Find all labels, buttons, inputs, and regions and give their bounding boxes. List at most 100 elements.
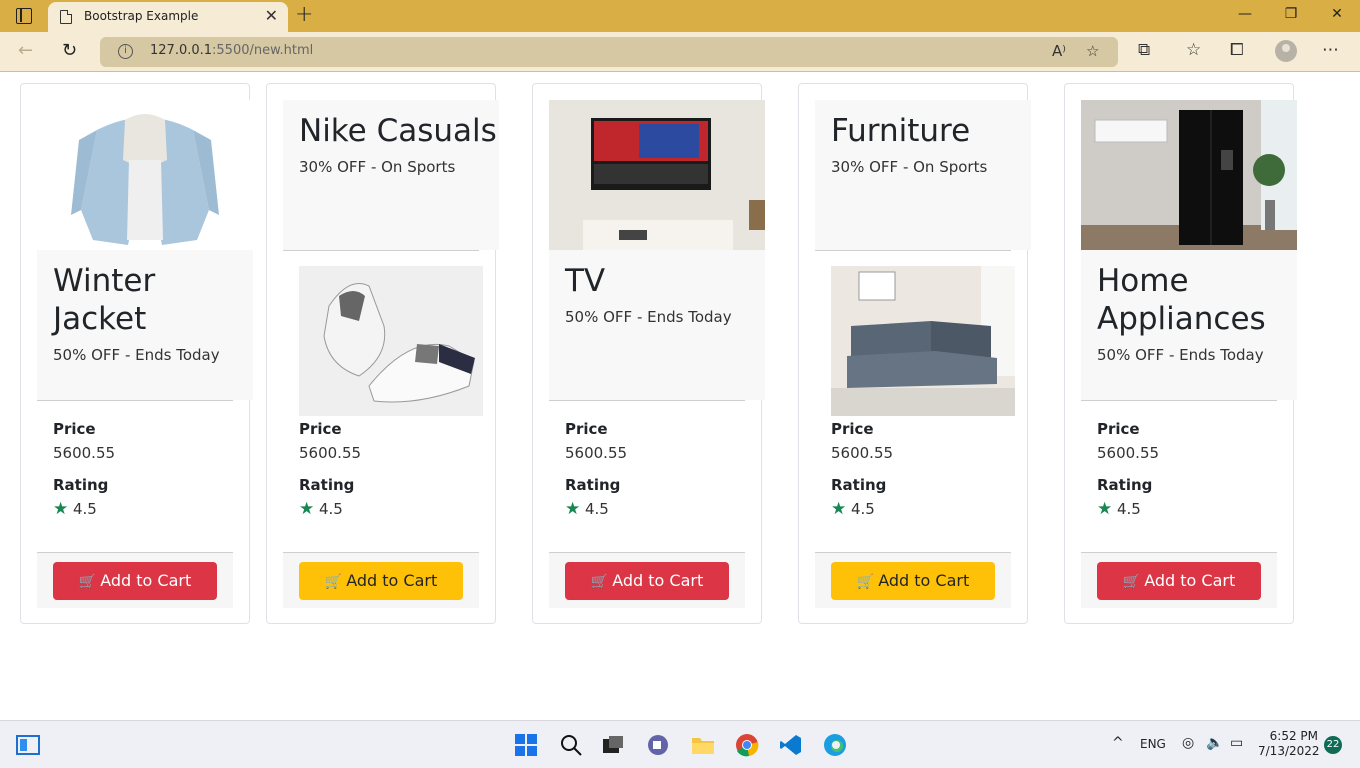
shoes-image <box>299 266 483 416</box>
card-footer: 🛒 Add to Cart <box>549 552 745 608</box>
refresh-button[interactable]: ↻ <box>62 40 77 61</box>
product-card: Winter Jacket 50% OFF - Ends Today Price… <box>20 83 253 624</box>
read-aloud-icon[interactable]: A⁾ <box>1052 42 1066 60</box>
price-value: 5600.55 <box>565 444 628 462</box>
sofa-image <box>831 266 1015 416</box>
add-to-cart-button[interactable]: 🛒 Add to Cart <box>1097 562 1261 600</box>
start-icon[interactable] <box>514 733 538 757</box>
rating-label: Rating <box>565 476 621 494</box>
notification-badge[interactable]: 22 <box>1324 736 1342 754</box>
card-subtitle: 50% OFF - Ends Today <box>565 308 732 326</box>
divider <box>37 400 233 401</box>
date-text: 7/13/2022 <box>1258 744 1320 758</box>
card-title: Nike Casuals <box>299 113 497 149</box>
add-to-cart-button[interactable]: 🛒 Add to Cart <box>53 562 217 600</box>
product-card: Home Appliances 50% OFF - Ends Today Pri… <box>1064 83 1297 624</box>
divider <box>549 400 745 401</box>
rating-value: 4.5 <box>851 500 875 518</box>
rating-value: 4.5 <box>585 500 609 518</box>
card-footer: 🛒 Add to Cart <box>37 552 233 608</box>
divider <box>1081 400 1277 401</box>
profile-avatar[interactable] <box>1275 40 1297 62</box>
card-footer: 🛒 Add to Cart <box>1081 552 1277 608</box>
restore-button[interactable]: ❐ <box>1268 6 1314 22</box>
card-header: Furniture 30% OFF - On Sports <box>815 100 1031 250</box>
add-favorite-icon[interactable]: ☆ <box>1086 42 1099 60</box>
language-indicator[interactable]: ENG <box>1140 737 1166 751</box>
price-value: 5600.55 <box>831 444 894 462</box>
divider <box>283 250 479 251</box>
widgets-icon[interactable] <box>16 733 40 757</box>
card-title: Winter Jacket <box>53 263 156 337</box>
product-card: Nike Casuals 30% OFF - On Sports Price 5… <box>266 83 499 624</box>
price-label: Price <box>299 420 342 438</box>
network-icon[interactable]: ◎ <box>1182 735 1194 751</box>
price-label: Price <box>565 420 608 438</box>
appliances-image <box>1081 100 1297 250</box>
minimize-button[interactable]: — <box>1222 6 1268 22</box>
chat-icon[interactable] <box>646 733 670 757</box>
star-icon: ★ <box>1097 499 1113 519</box>
rating-label: Rating <box>299 476 355 494</box>
card-subtitle: 50% OFF - Ends Today <box>1097 346 1264 364</box>
extensions-icon[interactable]: ⧉ <box>1138 40 1150 60</box>
new-tab-button[interactable]: + <box>295 3 313 27</box>
rating-label: Rating <box>53 476 109 494</box>
close-tab-icon[interactable]: ✕ <box>265 6 278 26</box>
back-button[interactable]: ← <box>18 40 33 61</box>
card-header: Winter Jacket 50% OFF - Ends Today <box>37 250 253 400</box>
taskbar: ^ ENG ◎ 🔈 ▭ 6:52 PM 7/13/2022 22 <box>0 720 1360 768</box>
product-card: TV 50% OFF - Ends Today Price 5600.55 Ra… <box>532 83 765 624</box>
card-title: Furniture <box>831 113 971 149</box>
vscode-icon[interactable] <box>779 733 803 757</box>
chrome-icon[interactable] <box>735 733 759 757</box>
card-header: Nike Casuals 30% OFF - On Sports <box>283 100 499 250</box>
browser-tab-strip: Bootstrap Example ✕ + — ❐ ✕ <box>0 0 1360 32</box>
product-card: Furniture 30% OFF - On Sports Price 5600… <box>798 83 1031 624</box>
search-icon[interactable] <box>559 733 583 757</box>
cart-icon: 🛒 <box>78 574 97 590</box>
card-title: TV <box>565 263 606 299</box>
close-window-button[interactable]: ✕ <box>1314 6 1360 22</box>
card-header: Home Appliances 50% OFF - Ends Today <box>1081 250 1297 400</box>
star-icon: ★ <box>831 499 847 519</box>
chevron-up-icon[interactable]: ^ <box>1112 735 1124 751</box>
add-to-cart-button[interactable]: 🛒 Add to Cart <box>299 562 463 600</box>
collections-icon[interactable]: ⧠ <box>1230 40 1244 60</box>
card-header: TV 50% OFF - Ends Today <box>549 250 765 400</box>
card-footer: 🛒 Add to Cart <box>283 552 479 608</box>
card-title: Home Appliances <box>1097 263 1266 337</box>
add-to-cart-button[interactable]: 🛒 Add to Cart <box>831 562 995 600</box>
cart-icon: 🛒 <box>1122 574 1141 590</box>
star-icon: ★ <box>53 499 69 519</box>
rating-label: Rating <box>1097 476 1153 494</box>
tv-image <box>549 100 765 250</box>
time-text: 6:52 PM <box>1269 729 1318 743</box>
volume-icon[interactable]: 🔈 <box>1206 735 1223 751</box>
price-label: Price <box>831 420 874 438</box>
site-info-icon[interactable]: i <box>118 44 133 59</box>
task-view-icon[interactable] <box>601 733 625 757</box>
page-icon <box>60 10 72 24</box>
address-bar[interactable]: i 127.0.0.1:5500/new.html A⁾ ☆ <box>100 37 1118 67</box>
card-subtitle: 50% OFF - Ends Today <box>53 346 220 364</box>
rating-value: 4.5 <box>319 500 343 518</box>
favorites-icon[interactable]: ☆ <box>1186 40 1201 60</box>
file-explorer-icon[interactable] <box>691 733 715 757</box>
jacket-image <box>37 100 253 250</box>
rating-value: 4.5 <box>1117 500 1141 518</box>
price-value: 5600.55 <box>1097 444 1160 462</box>
tab-title: Bootstrap Example <box>84 9 199 23</box>
tab-actions-icon[interactable] <box>16 8 32 24</box>
price-value: 5600.55 <box>299 444 362 462</box>
add-to-cart-button[interactable]: 🛒 Add to Cart <box>565 562 729 600</box>
rating-label: Rating <box>831 476 887 494</box>
clock[interactable]: 6:52 PM 7/13/2022 <box>1258 729 1320 759</box>
cart-icon: 🛒 <box>590 574 609 590</box>
price-label: Price <box>1097 420 1140 438</box>
edge-icon[interactable] <box>823 733 847 757</box>
cart-icon: 🛒 <box>324 574 343 590</box>
browser-tab[interactable]: Bootstrap Example ✕ <box>48 2 288 32</box>
battery-icon[interactable]: ▭ <box>1230 735 1243 751</box>
more-menu-icon[interactable]: ⋯ <box>1322 40 1339 60</box>
